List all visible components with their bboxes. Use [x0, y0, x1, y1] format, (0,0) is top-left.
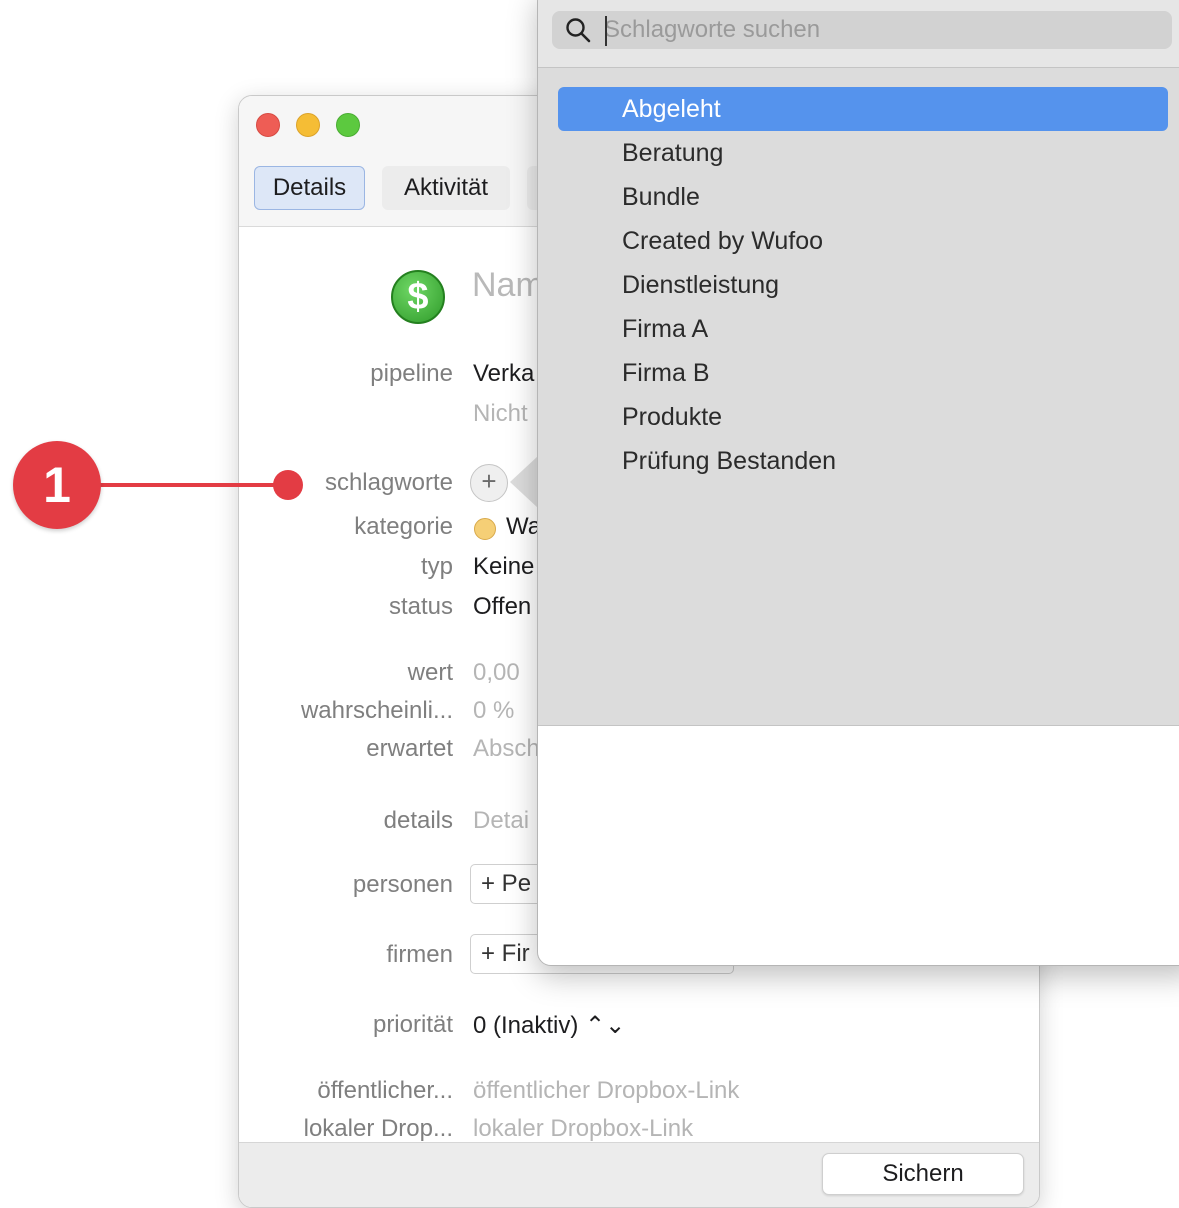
add-tag-button[interactable]: + — [470, 464, 508, 502]
tag-item-beratung[interactable]: Beratung — [558, 131, 1168, 175]
close-window-button[interactable] — [256, 113, 280, 137]
category-value[interactable]: Wa — [506, 513, 541, 541]
tag-item-bundle[interactable]: Bundle — [558, 175, 1168, 219]
status-value[interactable]: Offen — [473, 593, 531, 621]
probability-label: wahrscheinli... — [300, 697, 453, 724]
tag-item-abgeleht[interactable]: Abgeleht — [558, 87, 1168, 131]
tag-picker-popover: Abgeleht Beratung Bundle Created by Wufo… — [537, 0, 1179, 966]
value-label: wert — [407, 659, 453, 686]
local-dropbox-label: lokaler Drop... — [303, 1115, 453, 1142]
public-dropbox-label: öffentlicher... — [317, 1077, 453, 1104]
priority-label: priorität — [372, 1011, 453, 1038]
callout-leader-line — [100, 483, 288, 487]
pipeline-value[interactable]: Verka — [473, 360, 534, 388]
tab-aktivitaet[interactable]: Aktivität — [382, 166, 510, 210]
pipeline-label: pipeline — [370, 360, 453, 387]
dollar-icon: $ — [391, 270, 445, 324]
tag-item-firma-b[interactable]: Firma B — [558, 351, 1168, 395]
expected-field[interactable]: Absch — [473, 735, 540, 763]
tag-item-created-by-wufoo[interactable]: Created by Wufoo — [558, 219, 1168, 263]
category-color-dot — [474, 518, 496, 540]
minimize-window-button[interactable] — [296, 113, 320, 137]
details-field[interactable]: Detai — [473, 807, 529, 835]
search-icon — [566, 18, 591, 43]
tag-item-pruefung-bestanden[interactable]: Prüfung Bestanden — [558, 439, 1168, 483]
priority-select[interactable]: 0 (Inaktiv) ⌃⌄ — [473, 1011, 625, 1040]
callout-target-dot — [273, 470, 303, 500]
details-label: details — [383, 807, 453, 834]
popover-header — [538, 0, 1179, 68]
deal-name-field[interactable]: Nam — [472, 266, 544, 305]
popover-arrow — [510, 456, 538, 508]
callout-badge: 1 — [13, 441, 101, 529]
zoom-window-button[interactable] — [336, 113, 360, 137]
type-label: typ — [420, 553, 453, 580]
tag-item-firma-a[interactable]: Firma A — [558, 307, 1168, 351]
public-dropbox-field[interactable]: öffentlicher Dropbox-Link — [473, 1077, 739, 1105]
expected-label: erwartet — [366, 735, 453, 762]
tag-item-produkte[interactable]: Produkte — [558, 395, 1168, 439]
tags-label: schlagworte — [324, 469, 453, 496]
window-footer: Sichern — [239, 1142, 1039, 1207]
local-dropbox-field[interactable]: lokaler Dropbox-Link — [473, 1115, 693, 1143]
tag-list: Abgeleht Beratung Bundle Created by Wufo… — [538, 77, 1179, 725]
save-button[interactable]: Sichern — [822, 1153, 1024, 1195]
pipeline-stage-value[interactable]: Nicht — [473, 400, 528, 428]
popover-footer-area — [538, 725, 1179, 965]
tag-search-input[interactable] — [604, 11, 1154, 49]
probability-field[interactable]: 0 % — [473, 697, 514, 725]
category-label: kategorie — [354, 513, 453, 540]
text-caret — [605, 16, 607, 46]
companies-label: firmen — [386, 941, 453, 968]
value-field[interactable]: 0,00 — [473, 659, 520, 687]
type-value[interactable]: Keine — [473, 553, 534, 581]
persons-label: personen — [352, 871, 453, 898]
tag-item-dienstleistung[interactable]: Dienstleistung — [558, 263, 1168, 307]
tag-search-box[interactable] — [552, 11, 1172, 49]
status-label: status — [388, 593, 453, 620]
tab-details[interactable]: Details — [254, 166, 365, 210]
